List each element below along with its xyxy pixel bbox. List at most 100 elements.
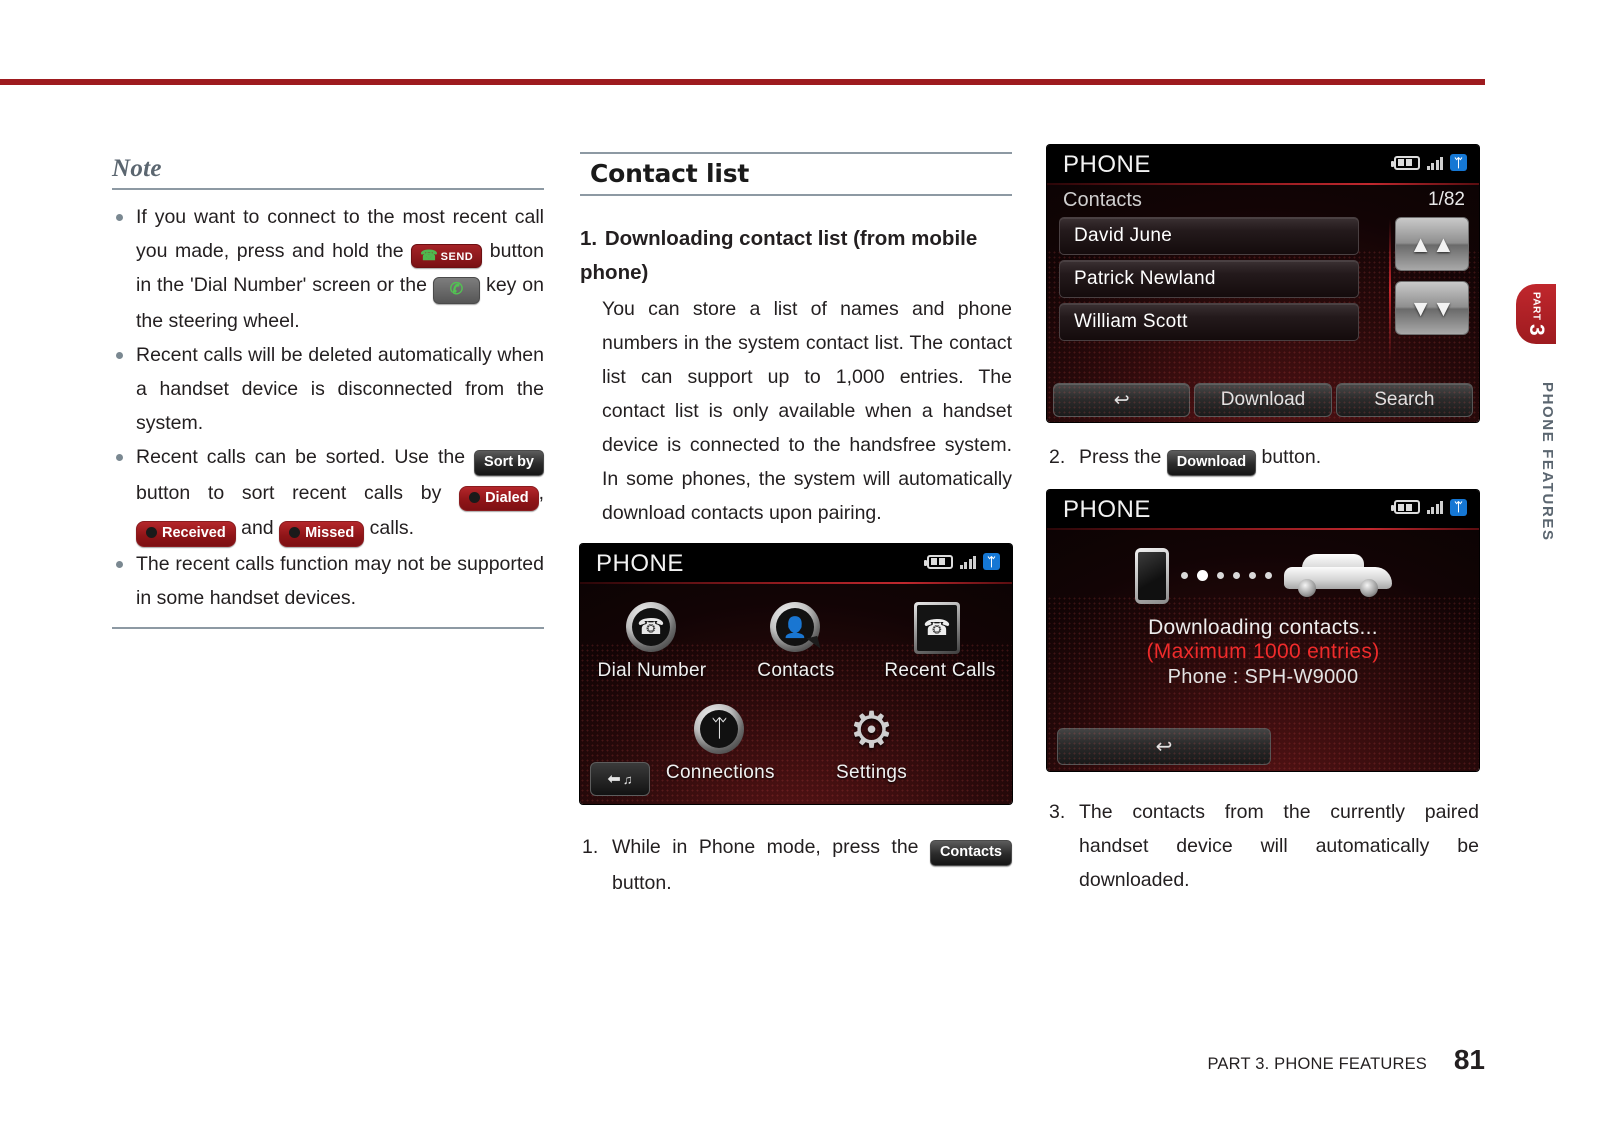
back-media-icon[interactable]: ⬅ ♫ bbox=[590, 762, 650, 796]
contacts-area: Contacts 1/82 David June Patrick Newland… bbox=[1047, 185, 1479, 380]
received-label: Received bbox=[162, 525, 226, 541]
subsection-body: You can store a list of names and phone … bbox=[602, 298, 1012, 524]
downloading-phone-name: Phone : SPH-W9000 bbox=[1167, 665, 1359, 688]
menu-item-dial-number[interactable]: ☎ Dial Number bbox=[580, 602, 724, 682]
column-right: PHONE ᛠ Contacts 1/82 David June Patrick… bbox=[1047, 145, 1479, 897]
screen-title: PHONE bbox=[1063, 495, 1151, 523]
download-button[interactable]: Download bbox=[1194, 383, 1332, 417]
scroll-down-double-arrow-icon[interactable]: ▼▼ bbox=[1395, 281, 1469, 335]
handset-icon: ☎ bbox=[420, 246, 438, 263]
battery-icon bbox=[923, 554, 953, 569]
menu-item-connections[interactable]: ᛠ Connections bbox=[645, 704, 795, 784]
scroll-up-double-arrow-icon[interactable]: ▲▲ bbox=[1395, 217, 1469, 271]
downloading-max-entries-text: (Maximum 1000 entries) bbox=[1146, 639, 1380, 663]
back-button[interactable]: ↩ bbox=[1057, 727, 1271, 765]
subsection-heading: 1. Downloading contact list (from mobile… bbox=[580, 222, 1012, 290]
menu-item-recent-calls[interactable]: ☎ Recent Calls bbox=[868, 602, 1012, 682]
phone-handset-icon: ☎ bbox=[626, 602, 678, 654]
step-marker: 1. bbox=[582, 836, 599, 858]
step-marker: 3. bbox=[1049, 800, 1066, 823]
signal-icon bbox=[1426, 500, 1443, 514]
received-chip: Received bbox=[136, 521, 236, 547]
back-arrow-glyph: ⬅ bbox=[607, 771, 621, 788]
signal-icon bbox=[959, 555, 976, 569]
missed-label: Missed bbox=[305, 525, 355, 541]
note-divider-bottom bbox=[112, 626, 544, 629]
page-footer: PART 3. PHONE FEATURES 81 bbox=[0, 1044, 1485, 1076]
transfer-dots-icon bbox=[1180, 570, 1272, 581]
downloading-footer-bar: ↩ bbox=[1047, 725, 1479, 771]
step-text: Press the bbox=[1079, 446, 1167, 468]
note-list: If you want to connect to the most recen… bbox=[112, 200, 544, 615]
signal-icon bbox=[1426, 156, 1443, 170]
battery-icon bbox=[1390, 500, 1420, 514]
screen-titlebar: PHONE ᛠ bbox=[1047, 145, 1479, 185]
note-block: Note If you want to connect to the most … bbox=[112, 155, 544, 629]
page-top-rule bbox=[0, 79, 1485, 85]
battery-icon bbox=[1390, 155, 1420, 170]
steering-call-key-chip: ✆ bbox=[432, 277, 481, 304]
part-tab-number: 3 bbox=[1525, 323, 1548, 336]
contact-person-bubble-icon: 👤 bbox=[770, 602, 822, 654]
list-item: The recent calls function may not be sup… bbox=[112, 547, 544, 615]
steps-right-2: 2. Press the Download button. bbox=[1047, 440, 1479, 476]
screen-titlebar: PHONE ᛠ bbox=[580, 544, 1012, 584]
menu-label: Connections bbox=[665, 762, 775, 783]
search-button[interactable]: Search bbox=[1335, 383, 1473, 417]
note-text: , bbox=[538, 481, 544, 504]
menu-item-settings[interactable]: ⚙ Settings bbox=[797, 704, 947, 784]
contacts-footer-bar: ↩ Download Search bbox=[1047, 380, 1479, 422]
note-text: calls. bbox=[364, 517, 415, 539]
note-text: and bbox=[235, 517, 280, 539]
list-item[interactable]: William Scott bbox=[1059, 303, 1359, 341]
scrollbar[interactable]: ▲▲ ▼▼ bbox=[1395, 217, 1469, 335]
list-item: Recent calls will be deleted automatical… bbox=[112, 338, 544, 440]
back-button[interactable]: ↩ bbox=[1053, 383, 1191, 417]
contacts-rows: David June Patrick Newland William Scott bbox=[1059, 217, 1359, 341]
note-text: Recent calls will be deleted automatical… bbox=[136, 344, 544, 434]
send-key-label: SEND bbox=[440, 250, 474, 263]
subsection-heading-text: Downloading contact list (from mobile ph… bbox=[580, 227, 978, 284]
menu-label: Settings bbox=[836, 762, 908, 783]
status-icons: ᛠ bbox=[923, 553, 1000, 570]
list-item: Recent calls can be sorted. Use the Sort… bbox=[112, 440, 544, 547]
step-2: 2. Press the Download button. bbox=[1047, 440, 1479, 476]
menu-label: Dial Number bbox=[597, 660, 707, 681]
status-icons: ᛠ bbox=[1390, 498, 1467, 516]
screen-titlebar: PHONE ᛠ bbox=[1047, 489, 1479, 530]
part-tab: PART 3 bbox=[1516, 284, 1556, 344]
bluetooth-icon: ᛠ bbox=[1450, 498, 1467, 516]
page-number: 81 bbox=[1453, 1044, 1485, 1075]
note-title: Note bbox=[112, 155, 162, 182]
screen-title: PHONE bbox=[1063, 151, 1151, 178]
note-text: Recent calls can be sorted. Use the bbox=[136, 446, 475, 468]
bluetooth-circle-icon: ᛠ bbox=[694, 704, 746, 756]
downloading-status-text: Downloading contacts... bbox=[1148, 615, 1378, 639]
screenshot-phone-menu: PHONE ᛠ ☎ Dial Number 👤 Contacts ☎ Recen… bbox=[580, 544, 1012, 804]
menu-item-contacts[interactable]: 👤 Contacts bbox=[724, 602, 868, 682]
steps-middle: 1. While in Phone mode, press the Contact… bbox=[580, 830, 1012, 900]
step-text: button. bbox=[612, 871, 672, 894]
list-divider bbox=[1389, 219, 1391, 361]
mobile-phone-icon bbox=[1134, 547, 1169, 604]
step-marker: 2. bbox=[1049, 446, 1066, 468]
missed-chip: Missed bbox=[279, 521, 365, 547]
screenshot-contacts-list: PHONE ᛠ Contacts 1/82 David June Patrick… bbox=[1047, 145, 1479, 422]
note-divider-top bbox=[112, 187, 544, 190]
list-item[interactable]: David June bbox=[1059, 217, 1359, 255]
sort-by-chip: Sort by bbox=[474, 450, 544, 476]
contacts-subtitle: Contacts bbox=[1063, 189, 1142, 211]
menu-row-2: ᛠ Connections ⚙ Settings bbox=[645, 704, 947, 784]
contacts-chip: Contacts bbox=[929, 840, 1012, 866]
gear-icon: ⚙ bbox=[849, 702, 894, 758]
screenshot-downloading: PHONE ᛠ Downloading contacts... (Maximum… bbox=[1047, 489, 1479, 771]
part-tab-label: PART bbox=[1530, 292, 1542, 321]
step-text: The contacts from the currently paired h… bbox=[1079, 800, 1479, 891]
step-text: While in Phone mode, press the bbox=[612, 836, 930, 858]
menu-label: Recent Calls bbox=[884, 660, 996, 681]
column-middle: Contact list 1. Downloading contact list… bbox=[580, 152, 1012, 900]
list-item: If you want to connect to the most recen… bbox=[112, 200, 544, 339]
list-item[interactable]: Patrick Newland bbox=[1059, 260, 1359, 298]
transfer-graphic bbox=[1134, 544, 1392, 608]
footer-label: PART 3. PHONE FEATURES bbox=[1207, 1055, 1427, 1073]
